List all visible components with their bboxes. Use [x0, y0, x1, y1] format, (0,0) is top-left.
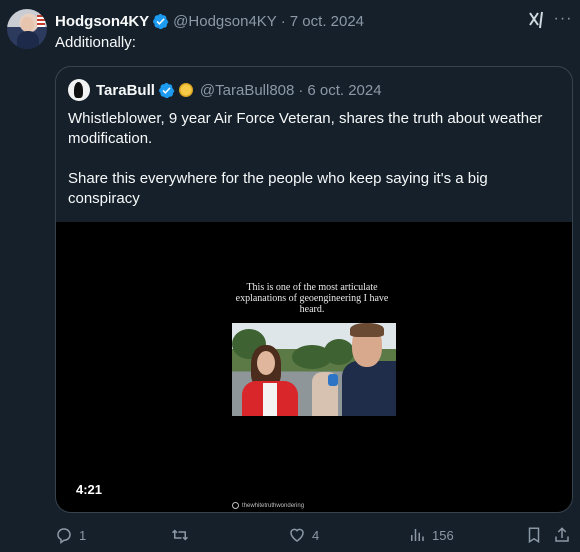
- quoted-paragraph-1: Whistleblower, 9 year Air Force Veteran,…: [68, 110, 543, 147]
- reply-button[interactable]: 1: [55, 525, 86, 545]
- quoted-header: TaraBull @TaraBull808 · 6 oct. 2024: [68, 79, 382, 101]
- author-avatar[interactable]: [7, 9, 47, 49]
- author-name[interactable]: Hodgson4KY: [55, 13, 149, 30]
- heart-icon: [290, 528, 304, 542]
- reply-count: 1: [79, 527, 87, 543]
- video-watermark: thewhitetruthwondering: [232, 502, 304, 509]
- quoted-handle[interactable]: @TaraBull808: [200, 82, 294, 99]
- video-caption: This is one of the most articulate expla…: [235, 282, 389, 315]
- quoted-date[interactable]: 6 oct. 2024: [307, 82, 381, 99]
- watermark-logo-icon: [232, 502, 239, 509]
- views-icon: [411, 529, 424, 541]
- more-icon[interactable]: ···: [553, 10, 573, 30]
- quoted-text: Whistleblower, 9 year Air Force Veteran,…: [68, 109, 562, 229]
- action-bar: 1 4 156: [55, 525, 573, 547]
- like-count: 4: [312, 527, 320, 543]
- microphone: [328, 374, 338, 386]
- retweet-button[interactable]: [171, 525, 195, 545]
- share-icon: [555, 527, 569, 542]
- verified-badge-icon: [153, 13, 169, 29]
- tweet-date[interactable]: 7 oct. 2024: [290, 13, 364, 30]
- views-button[interactable]: 156: [408, 525, 454, 545]
- views-count: 156: [432, 527, 454, 543]
- author-handle[interactable]: @Hodgson4KY: [173, 13, 277, 30]
- share-button[interactable]: [553, 525, 571, 545]
- separator-dot: ·: [298, 81, 304, 99]
- tweet-header: Hodgson4KY @Hodgson4KY · 7 oct. 2024: [55, 11, 364, 31]
- affiliate-badge-icon: [178, 83, 193, 97]
- video-frame: [232, 323, 396, 416]
- video-duration: 4:21: [76, 482, 103, 497]
- like-button[interactable]: 4: [288, 525, 319, 545]
- retweet-icon: [171, 529, 189, 541]
- quoted-paragraph-2: Share this everywhere for the people who…: [68, 170, 488, 207]
- grok-icon[interactable]: [527, 10, 547, 30]
- verified-badge-icon: [158, 82, 175, 98]
- video-player[interactable]: This is one of the most articulate expla…: [56, 222, 572, 512]
- reply-icon: [57, 528, 71, 544]
- watermark-text: thewhitetruthwondering: [242, 502, 305, 509]
- quoted-author-name[interactable]: TaraBull: [96, 82, 155, 99]
- bookmark-icon: [528, 527, 540, 544]
- tweet-text: Additionally:: [55, 34, 136, 51]
- tweet: Hodgson4KY @Hodgson4KY · 7 oct. 2024 ···…: [0, 0, 580, 552]
- quoted-avatar[interactable]: [68, 79, 90, 101]
- bookmark-button[interactable]: [525, 525, 543, 545]
- separator-dot: ·: [280, 12, 286, 30]
- quoted-tweet[interactable]: TaraBull @TaraBull808 · 6 oct. 2024 Whis…: [55, 66, 573, 513]
